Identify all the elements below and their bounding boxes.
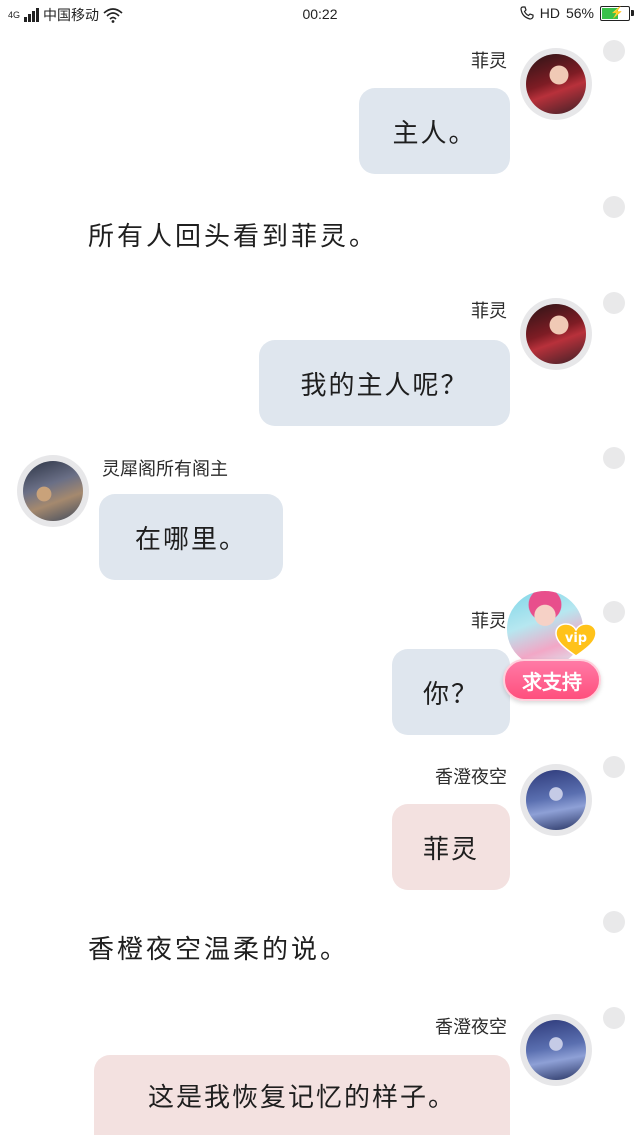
rail-dot[interactable] [603,447,625,469]
narration-text: 香橙夜空温柔的说。 [88,935,350,965]
hd-indicator: HD [539,5,560,21]
avatar[interactable] [520,48,592,120]
rail-dot[interactable] [603,292,625,314]
battery-icon: ⚡ [600,5,634,21]
chat-bubble[interactable]: 你？ [392,649,510,735]
sender-name: 菲灵 [471,301,507,322]
sender-name: 香澄夜空 [435,767,507,788]
chat-bubble[interactable]: 这是我恢复记忆的样子。 [94,1055,510,1135]
rail-dot[interactable] [603,1007,625,1029]
rail-dot[interactable] [603,601,625,623]
chat-bubble[interactable]: 菲灵 [392,804,510,890]
rail-dot[interactable] [603,196,625,218]
status-right: HD 56% ⚡ [520,5,634,21]
rail-dot[interactable] [603,756,625,778]
call-icon [520,6,534,20]
rail-dot[interactable] [603,40,625,62]
sender-name: 菲灵 [471,51,507,72]
battery-percent: 56% [565,5,594,21]
sender-name: 香澄夜空 [435,1017,507,1038]
status-bar: 4G 中国移动 00:22 HD 56% ⚡ [0,0,640,30]
chat-bubble[interactable]: 我的主人呢？ [259,340,510,426]
chat-bubble[interactable]: 主人。 [359,88,510,174]
narration-text: 所有人回头看到菲灵。 [88,222,379,252]
avatar[interactable] [520,298,592,370]
chat-bubble[interactable]: 在哪里。 [99,494,283,580]
vip-heart-icon: vip [555,623,597,657]
sender-name: 灵犀阁所有阁主 [102,459,228,480]
sender-name: 菲灵 [471,611,507,632]
rail-dot[interactable] [603,911,625,933]
avatar[interactable] [17,455,89,527]
avatar[interactable] [520,1014,592,1086]
vip-badge-label: vip [565,631,587,646]
avatar[interactable] [520,764,592,836]
ask-support-button[interactable]: 求支持 [503,659,601,701]
vip-support-widget[interactable]: vip 求支持 [503,589,603,701]
